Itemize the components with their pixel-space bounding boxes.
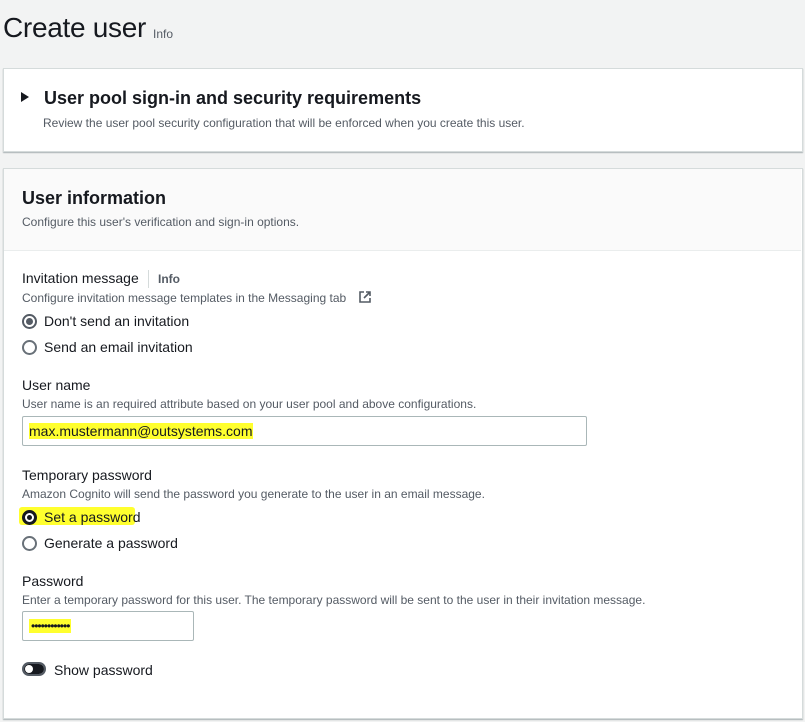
password-value: •••••••••••• xyxy=(29,619,72,633)
user-information-header xyxy=(4,169,801,251)
radio-label: Don't send an invitation xyxy=(44,313,190,329)
invitation-message-label: Invitation message xyxy=(22,270,139,286)
show-password-label: Show password xyxy=(54,662,153,678)
user-name-description: User name is an required attribute based… xyxy=(22,397,477,411)
user-information-description: Configure this user's verification and s… xyxy=(22,215,300,229)
expand-caret-icon[interactable] xyxy=(21,92,29,102)
radio-button[interactable] xyxy=(22,510,37,525)
radio-label: Send an email invitation xyxy=(44,339,193,355)
page-title: Create user xyxy=(3,12,146,43)
info-divider xyxy=(148,270,149,288)
password-input[interactable]: •••••••••••• xyxy=(22,611,194,641)
radio-label: Set a password xyxy=(44,509,141,525)
show-password-toggle[interactable] xyxy=(22,662,46,676)
temporary-password-label: Temporary password xyxy=(22,467,152,483)
title-info-link[interactable]: Info xyxy=(153,27,173,41)
security-requirements-description: Review the user pool security configurat… xyxy=(43,116,525,130)
invitation-info-link[interactable]: Info xyxy=(158,272,180,286)
user-name-label: User name xyxy=(22,377,91,393)
password-description: Enter a temporary password for this user… xyxy=(22,593,646,607)
temporary-password-description: Amazon Cognito will send the password yo… xyxy=(22,487,485,501)
security-requirements-toggle[interactable]: User pool sign-in and security requireme… xyxy=(44,88,421,109)
user-information-title: User information xyxy=(22,188,167,208)
user-name-input[interactable]: max.mustermann@outsystems.com xyxy=(22,416,587,446)
invitation-message-description[interactable]: Configure invitation message templates i… xyxy=(22,291,346,305)
user-name-value: max.mustermann@outsystems.com xyxy=(29,423,253,439)
radio-label: Generate a password xyxy=(44,535,178,551)
security-requirements-panel xyxy=(3,68,803,152)
radio-button[interactable] xyxy=(22,314,37,329)
toggle-knob xyxy=(25,665,33,673)
external-link-icon[interactable] xyxy=(358,290,372,304)
password-label: Password xyxy=(22,573,84,589)
radio-button[interactable] xyxy=(22,340,37,355)
radio-button[interactable] xyxy=(22,536,37,551)
